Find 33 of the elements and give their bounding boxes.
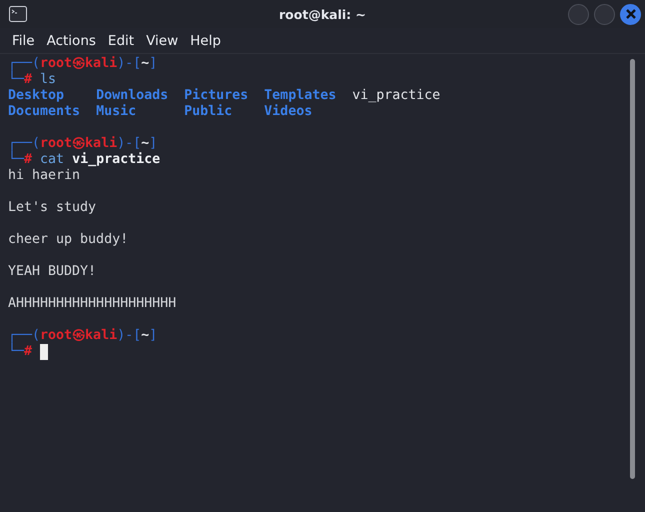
directory-name: Downloads bbox=[96, 88, 168, 104]
directory-name: Templates bbox=[264, 88, 336, 104]
scrollbar[interactable] bbox=[630, 59, 635, 479]
prompt-line: ┌──(root㉿kali)-[~] bbox=[8, 56, 158, 71]
output-line: AHHHHHHHHHHHHHHHHHHHH bbox=[8, 296, 178, 312]
menu-item[interactable]: Edit bbox=[102, 30, 140, 50]
menu-item[interactable]: Actions bbox=[40, 30, 102, 50]
directory-name: Desktop bbox=[8, 88, 66, 104]
command-line: └─# bbox=[8, 344, 645, 360]
output-line: Let's study bbox=[8, 200, 98, 216]
directory-name: Videos bbox=[264, 104, 314, 120]
directory-name: Music bbox=[96, 104, 138, 120]
command-line: └─# ls bbox=[8, 72, 58, 88]
menu-item[interactable]: View bbox=[140, 30, 184, 50]
file-name: vi_practice bbox=[352, 88, 440, 104]
window-title: root@kali: ~ bbox=[278, 6, 367, 22]
command-line: └─# cat vi_practice bbox=[8, 152, 162, 168]
directory-name: Public bbox=[184, 104, 234, 120]
maximize-button[interactable] bbox=[594, 4, 615, 24]
output-line: hi haerin bbox=[8, 168, 82, 184]
prompt-line: ┌──(root㉿kali)-[~] bbox=[8, 136, 158, 151]
directory-name: Documents bbox=[8, 104, 80, 120]
text-cursor bbox=[40, 344, 48, 360]
close-icon bbox=[624, 8, 636, 20]
output-line: cheer up buddy! bbox=[8, 232, 130, 248]
minimize-button[interactable] bbox=[568, 4, 589, 24]
menu-item[interactable]: Help bbox=[184, 30, 227, 50]
terminal-icon bbox=[9, 6, 27, 22]
close-button[interactable] bbox=[620, 4, 641, 24]
directory-name: Pictures bbox=[184, 88, 248, 104]
prompt-line: ┌──(root㉿kali)-[~] bbox=[8, 328, 158, 343]
menu-item[interactable]: File bbox=[6, 30, 41, 50]
output-line: YEAH BUDDY! bbox=[8, 264, 98, 280]
